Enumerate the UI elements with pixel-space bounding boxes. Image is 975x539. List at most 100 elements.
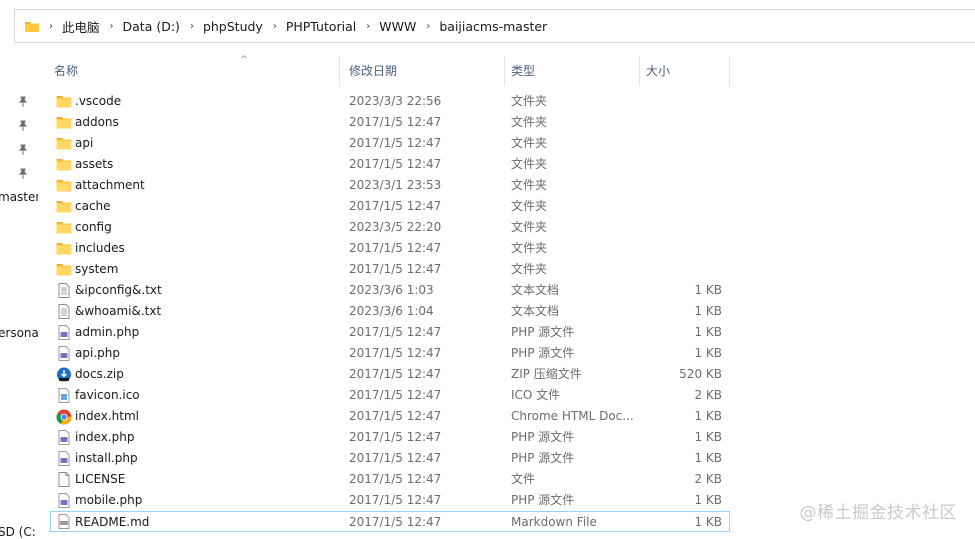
- file-type: 文件夹: [511, 136, 548, 150]
- pin-icon[interactable]: [18, 144, 28, 156]
- zip-file-icon: [56, 367, 72, 382]
- column-header-size[interactable]: 大小: [642, 56, 730, 86]
- file-row[interactable]: &whoami&.txt 2023/3/6 1:04 文本文档 1 KB: [50, 301, 730, 322]
- file-row[interactable]: attachment 2023/3/1 23:53 文件夹: [50, 175, 730, 196]
- file-row[interactable]: api.php 2017/1/5 12:47 PHP 源文件 1 KB: [50, 343, 730, 364]
- file-type: 文件: [511, 472, 536, 486]
- folder-icon: [56, 94, 72, 109]
- folder-icon: [56, 136, 72, 151]
- file-size: 1 KB: [694, 283, 722, 297]
- nav-item-label[interactable]: master: [0, 190, 38, 204]
- file-row[interactable]: index.html 2017/1/5 12:47 Chrome HTML Doc.…: [50, 406, 730, 427]
- pin-icon[interactable]: [18, 168, 28, 180]
- file-name: addons: [75, 115, 119, 129]
- file-date: 2017/1/5 12:47: [349, 136, 442, 150]
- breadcrumb-separator-icon[interactable]: ›: [273, 21, 277, 32]
- navigation-pane: master ersona SD (C:: [0, 56, 38, 539]
- file-date: 2017/1/5 12:47: [349, 325, 442, 339]
- file-size: 2 KB: [694, 472, 722, 486]
- file-type: ZIP 压缩文件: [511, 367, 582, 381]
- folder-icon: [56, 199, 72, 214]
- breadcrumb-separator-icon[interactable]: ›: [190, 21, 194, 32]
- file-type: 文件夹: [511, 157, 548, 171]
- file-row[interactable]: system 2017/1/5 12:47 文件夹: [50, 259, 730, 280]
- file-name: favicon.ico: [75, 388, 140, 402]
- column-header-date[interactable]: 修改日期: [345, 56, 505, 86]
- file-size: 1 KB: [694, 304, 722, 318]
- file-type: 文件夹: [511, 220, 548, 234]
- file-date: 2023/3/5 22:20: [349, 220, 442, 234]
- php-file-icon: [56, 346, 72, 361]
- file-date: 2017/1/5 12:47: [349, 346, 442, 360]
- breadcrumb-www[interactable]: WWW: [379, 19, 416, 34]
- breadcrumb-this-pc[interactable]: 此电脑: [62, 17, 100, 36]
- file-type: 文件夹: [511, 178, 548, 192]
- file-row[interactable]: favicon.ico 2017/1/5 12:47 ICO 文件 2 KB: [50, 385, 730, 406]
- file-name: system: [75, 262, 119, 276]
- file-size: 2 KB: [694, 388, 722, 402]
- breadcrumb-data-drive[interactable]: Data (D:): [123, 19, 180, 34]
- file-row[interactable]: README.md 2017/1/5 12:47 Markdown File 1 KB: [50, 511, 730, 532]
- breadcrumb-separator-icon[interactable]: ›: [426, 21, 430, 32]
- pin-icon[interactable]: [18, 120, 28, 132]
- file-name: index.html: [75, 409, 139, 423]
- text-file-icon: [56, 283, 72, 298]
- file-row[interactable]: assets 2017/1/5 12:47 文件夹: [50, 154, 730, 175]
- breadcrumb-separator-icon[interactable]: ›: [110, 21, 114, 32]
- nav-item-label[interactable]: ersona: [0, 326, 38, 340]
- php-file-icon: [56, 493, 72, 508]
- file-name: attachment: [75, 178, 145, 192]
- php-file-icon: [56, 325, 72, 340]
- file-row[interactable]: cache 2017/1/5 12:47 文件夹: [50, 196, 730, 217]
- file-row[interactable]: .vscode 2023/3/3 22:56 文件夹: [50, 91, 730, 112]
- breadcrumb-phptutorial[interactable]: PHPTutorial: [286, 19, 356, 34]
- file-size: 1 KB: [694, 451, 722, 465]
- file-row[interactable]: addons 2017/1/5 12:47 文件夹: [50, 112, 730, 133]
- nav-item-label[interactable]: SD (C:: [0, 525, 36, 539]
- file-row[interactable]: mobile.php 2017/1/5 12:47 PHP 源文件 1 KB: [50, 490, 730, 511]
- address-bar[interactable]: › 此电脑 › Data (D:) › phpStudy › PHPTutori…: [14, 9, 975, 43]
- breadcrumb-separator-icon[interactable]: ›: [49, 21, 53, 32]
- file-type: 文件夹: [511, 94, 548, 108]
- file-row[interactable]: api 2017/1/5 12:47 文件夹: [50, 133, 730, 154]
- file-date: 2017/1/5 12:47: [349, 115, 442, 129]
- pin-icon[interactable]: [18, 96, 28, 108]
- file-name: install.php: [75, 451, 138, 465]
- file-size: 1 KB: [694, 325, 722, 339]
- file-row[interactable]: docs.zip 2017/1/5 12:47 ZIP 压缩文件 520 KB: [50, 364, 730, 385]
- file-date: 2017/1/5 12:47: [349, 157, 442, 171]
- breadcrumb-separator-icon[interactable]: ›: [366, 21, 370, 32]
- file-type: 文件夹: [511, 199, 548, 213]
- column-header-type[interactable]: 类型: [507, 56, 640, 86]
- file-size: 1 KB: [694, 409, 722, 423]
- file-row[interactable]: &ipconfig&.txt 2023/3/6 1:03 文本文档 1 KB: [50, 280, 730, 301]
- file-row[interactable]: LICENSE 2017/1/5 12:47 文件 2 KB: [50, 469, 730, 490]
- file-type: 文件夹: [511, 115, 548, 129]
- column-header-size-label: 大小: [646, 64, 671, 78]
- file-size: 520 KB: [679, 367, 722, 381]
- breadcrumb-phpstudy[interactable]: phpStudy: [203, 19, 263, 34]
- file-name: api: [75, 136, 94, 150]
- file-row[interactable]: admin.php 2017/1/5 12:47 PHP 源文件 1 KB: [50, 322, 730, 343]
- folder-icon: [56, 157, 72, 172]
- folder-icon: [56, 262, 72, 277]
- file-type: PHP 源文件: [511, 325, 575, 339]
- chrome-icon: [56, 409, 72, 425]
- sort-ascending-icon: ^: [240, 55, 248, 65]
- file-name: index.php: [75, 430, 135, 444]
- file-name: admin.php: [75, 325, 140, 339]
- breadcrumb-baijiacms-master[interactable]: baijiacms-master: [439, 19, 547, 34]
- folder-icon: [56, 178, 72, 193]
- file-date: 2017/1/5 12:47: [349, 367, 442, 381]
- file-name: .vscode: [75, 94, 122, 108]
- file-row[interactable]: index.php 2017/1/5 12:47 PHP 源文件 1 KB: [50, 427, 730, 448]
- file-row[interactable]: config 2023/3/5 22:20 文件夹: [50, 217, 730, 238]
- file-type: 文本文档: [511, 304, 560, 318]
- file-name: includes: [75, 241, 125, 255]
- file-row[interactable]: install.php 2017/1/5 12:47 PHP 源文件 1 KB: [50, 448, 730, 469]
- file-date: 2017/1/5 12:47: [349, 430, 442, 444]
- file-row[interactable]: includes 2017/1/5 12:47 文件夹: [50, 238, 730, 259]
- column-header-name-label: 名称: [54, 64, 79, 78]
- folder-icon: [56, 241, 72, 256]
- column-header-name[interactable]: 名称 ^: [50, 55, 340, 86]
